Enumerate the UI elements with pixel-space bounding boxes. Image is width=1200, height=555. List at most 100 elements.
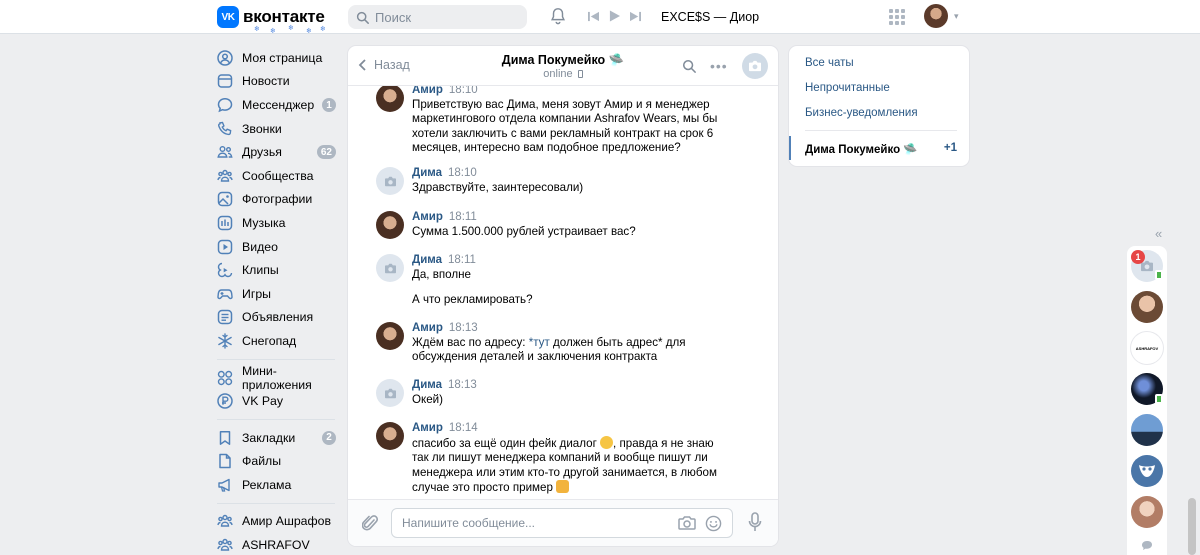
search-box[interactable] (348, 5, 527, 29)
previous-track-icon[interactable] (588, 11, 599, 22)
megaphone-icon (217, 477, 233, 493)
message-time: 18:10 (448, 167, 477, 179)
chat-bubble[interactable]: ASHRAFOV (1131, 332, 1163, 364)
file-icon (217, 453, 233, 469)
message-input-box[interactable] (391, 508, 733, 538)
sidebar-item[interactable]: Моя страница (217, 46, 342, 70)
sidebar-item-label: Звонки (242, 121, 282, 136)
sidebar-item[interactable]: Объявления (217, 306, 342, 330)
friends-icon (217, 144, 233, 160)
message-text: Здравствуйте, заинтересовали) (412, 181, 584, 194)
business-notifications-link[interactable]: Бизнес-уведомления (805, 107, 918, 119)
author-avatar[interactable] (376, 211, 404, 239)
apps-icon (217, 370, 233, 386)
vk-logo-mark: VK (217, 6, 239, 28)
sidebar-item[interactable]: Мини-приложения (217, 364, 342, 392)
author-avatar[interactable] (376, 379, 404, 407)
chevron-down-icon[interactable]: ▾ (954, 11, 959, 22)
camera-icon (384, 176, 396, 186)
all-chats-link[interactable]: Все чаты (805, 57, 854, 69)
sidebar-item[interactable]: Амир Ашрафов (217, 510, 342, 534)
snowflake-icon (217, 333, 233, 349)
message-history[interactable]: Амир 18:10 Приветствую вас Дима, меня зов… (348, 86, 778, 499)
sidebar-item-label: Новости (242, 74, 290, 89)
sidebar-item[interactable]: Файлы (217, 450, 342, 474)
play-icon[interactable] (609, 10, 620, 22)
sidebar-item-label: Друзья (242, 145, 282, 160)
search-input[interactable] (375, 9, 515, 25)
sidebar-item[interactable]: Музыка (217, 211, 342, 235)
message-input[interactable] (402, 516, 662, 530)
audio-player-controls (588, 10, 641, 22)
groups-icon (217, 513, 233, 529)
chat-bubble[interactable] (1131, 291, 1163, 323)
message-link[interactable]: *тут (529, 336, 550, 349)
vk-logo[interactable]: VK вконтакте (217, 6, 325, 28)
author-avatar[interactable] (376, 422, 404, 450)
collapse-chats-icon[interactable]: « (1155, 226, 1162, 241)
sidebar-divider (217, 418, 335, 420)
profile-avatar[interactable] (924, 4, 948, 28)
sidebar-item-label: Музыка (242, 215, 286, 230)
sidebar-item[interactable]: Новости (217, 70, 342, 94)
counter-badge: 62 (316, 145, 336, 160)
message-time: 18:11 (448, 254, 476, 266)
clips-icon (217, 262, 233, 278)
message-author[interactable]: Амир (412, 86, 443, 96)
counter-badge: 2 (322, 430, 336, 445)
peer-avatar[interactable] (742, 53, 768, 79)
online-mobile-indicator (1155, 270, 1163, 280)
sidebar-item[interactable]: Игры (217, 282, 342, 306)
more-dots-icon[interactable]: ••• (710, 58, 728, 74)
snowflake-decoration-icon: ❄ (306, 28, 312, 35)
unread-link[interactable]: Непрочитанные (805, 82, 890, 94)
author-avatar[interactable] (376, 322, 404, 350)
vk-logo-text: вконтакте (243, 7, 325, 26)
bell-icon[interactable] (549, 7, 567, 25)
sidebar-item[interactable]: Фотографии (217, 188, 342, 212)
message-text: Да, вполне (412, 268, 471, 281)
video-icon (217, 239, 233, 255)
sidebar-item[interactable]: Видео (217, 235, 342, 259)
message-author[interactable]: Дима (412, 167, 442, 179)
sidebar-item[interactable]: Сообщества (217, 164, 342, 188)
photo-icon (217, 191, 233, 207)
chat-icon (217, 97, 233, 113)
message-author[interactable]: Амир (412, 211, 443, 223)
author-avatar[interactable] (376, 167, 404, 195)
message-author[interactable]: Амир (412, 422, 443, 434)
sidebar-item[interactable]: VK Pay (217, 389, 342, 413)
sidebar-item[interactable]: Снегопад (217, 329, 342, 353)
next-track-icon[interactable] (630, 11, 641, 22)
sidebar-item[interactable]: Друзья 62 (217, 140, 342, 164)
emoji-icon[interactable] (705, 515, 722, 532)
sidebar-item[interactable]: Мессенджер 1 (217, 93, 342, 117)
author-avatar[interactable] (376, 254, 404, 282)
left-sidebar: Моя страница Новости Мессенджер 1 Звонки Друз… (217, 46, 342, 555)
chat-bubble[interactable] (1131, 414, 1163, 446)
paperclip-icon[interactable] (362, 514, 378, 532)
message-text: спасибо за ещё один фейк диалог , правда… (412, 436, 722, 495)
sidebar-item[interactable]: Клипы (217, 258, 342, 282)
chat-bubble[interactable] (1131, 455, 1163, 487)
sidebar-item[interactable]: Звонки (217, 117, 342, 141)
chat-bubble[interactable] (1131, 496, 1163, 528)
phone-icon (217, 121, 233, 137)
sidebar-item[interactable]: ASHRAFOV (217, 533, 342, 555)
camera-icon[interactable] (678, 515, 696, 531)
author-avatar[interactable] (376, 86, 404, 112)
message-author[interactable]: Амир (412, 322, 443, 334)
search-messages-icon[interactable] (682, 59, 696, 73)
sidebar-item[interactable]: Реклама (217, 473, 342, 497)
sidebar-item-label: VK Pay (242, 394, 284, 409)
sidebar-divider (217, 502, 335, 504)
microphone-icon[interactable] (748, 512, 762, 532)
now-playing-track[interactable]: EXCE$S — Диор (661, 10, 759, 24)
services-grid-icon[interactable] (889, 9, 905, 25)
message-author[interactable]: Дима (412, 379, 442, 391)
scrollbar-thumb[interactable] (1188, 498, 1196, 555)
sidebar-item[interactable]: Закладки 2 (217, 426, 342, 450)
active-chat-item[interactable]: Дима Покумейко 🛸 +1 (789, 136, 969, 160)
messages-icon[interactable] (1141, 540, 1153, 551)
message-author[interactable]: Дима (412, 254, 442, 266)
